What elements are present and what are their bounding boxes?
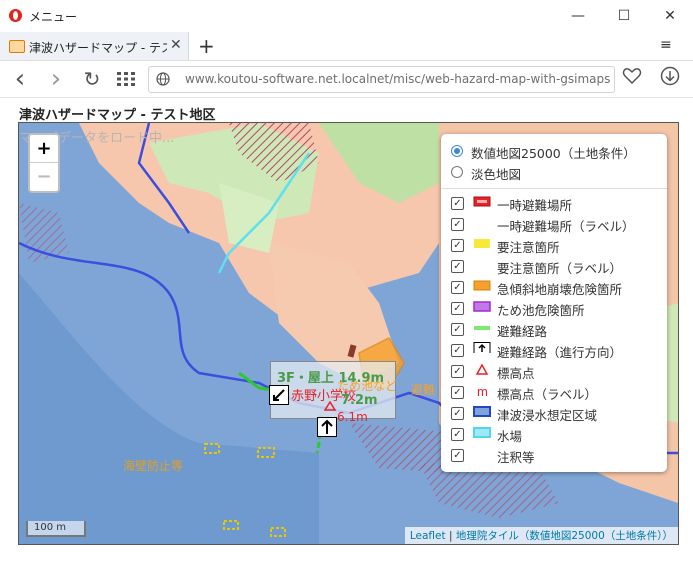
overlay-layer-option[interactable]: ✓ 要注意箇所 bbox=[441, 235, 667, 255]
map-scale-bar: 100 m bbox=[26, 521, 86, 537]
overlay-layer-option[interactable]: ✓ 注釈等 bbox=[441, 445, 667, 465]
leaflet-link[interactable]: Leaflet bbox=[410, 530, 446, 542]
overlay-layer-option[interactable]: ✓ 避難経路（進行方向） bbox=[441, 340, 667, 360]
purple-rect-icon bbox=[473, 301, 491, 312]
overlay-checkbox[interactable]: ✓ bbox=[451, 344, 464, 357]
overlay-checkbox[interactable]: ✓ bbox=[451, 365, 464, 378]
new-tab-button[interactable]: + bbox=[198, 34, 215, 58]
page-title: 津波ハザードマップ - テスト地区 bbox=[19, 108, 216, 123]
overlay-layer-option[interactable]: ✓ 急傾斜地崩壊危険箇所 bbox=[441, 277, 667, 297]
page-favicon-icon bbox=[9, 40, 25, 53]
overlay-label: 津波浸水想定区域 bbox=[497, 408, 598, 423]
seawall-label: 海壁防止等 bbox=[123, 459, 184, 473]
overlay-checkbox[interactable]: ✓ bbox=[451, 323, 464, 336]
overlay-label: 要注意箇所（ラベル） bbox=[497, 261, 623, 276]
overlay-layer-option[interactable]: ✓ 一時避難場所 bbox=[441, 193, 667, 213]
zoom-in-button[interactable]: + bbox=[30, 135, 58, 163]
overlay-checkbox[interactable]: ✓ bbox=[451, 407, 464, 420]
overlay-label: 避難経路 bbox=[497, 324, 548, 339]
layer-control-panel: 数値地図25000（土地条件） 淡色地図 ✓ 一時避難場所 ✓ 一時避難場所（ラ… bbox=[441, 134, 667, 472]
tab-hazard-map[interactable]: 津波ハザードマップ - テスト地区 ✕ bbox=[0, 32, 189, 60]
overlay-label: 標高点 bbox=[497, 366, 535, 381]
orange-rect-icon bbox=[473, 280, 491, 291]
overlay-checkbox[interactable]: ✓ bbox=[451, 239, 464, 252]
maximize-button[interactable]: ☐ bbox=[601, 0, 647, 32]
zoom-control: + − bbox=[28, 133, 60, 193]
tab-title: 津波ハザードマップ - テスト地区 bbox=[29, 41, 167, 55]
map-attribution: Leaflet | 地理院タイル（数値地図25000（土地条件）） bbox=[404, 527, 678, 544]
overlay-layer-option[interactable]: ✓ 標高点 bbox=[441, 361, 667, 381]
orange-area-label-2: 避難 bbox=[411, 383, 436, 397]
overlay-checkbox[interactable]: ✓ bbox=[451, 260, 464, 273]
globe-icon bbox=[156, 72, 170, 86]
red-rect-icon bbox=[473, 196, 491, 207]
route-arrow-marker-icon[interactable] bbox=[269, 385, 289, 405]
route-arrow-marker-icon[interactable] bbox=[317, 417, 337, 437]
overlay-label: 避難経路（進行方向） bbox=[497, 345, 623, 360]
svg-text:m: m bbox=[477, 385, 488, 396]
arrow-box-icon bbox=[473, 342, 491, 353]
bookmark-heart-icon[interactable] bbox=[622, 66, 642, 86]
overlay-label: 標高点（ラベル） bbox=[497, 387, 598, 402]
overlay-checkbox[interactable]: ✓ bbox=[451, 197, 464, 210]
hazard-map[interactable]: マップデータをロード中... 3F・屋上 14.9m 赤野小学校 7.2m 6.… bbox=[18, 122, 679, 545]
overlay-checkbox[interactable]: ✓ bbox=[451, 386, 464, 399]
base-layer-label: 淡色地図 bbox=[471, 167, 522, 182]
green-line-icon bbox=[474, 326, 490, 330]
blue-rect-icon bbox=[473, 406, 491, 417]
download-icon[interactable] bbox=[660, 66, 680, 86]
base-layer-radio-selected[interactable] bbox=[451, 145, 463, 157]
forward-button[interactable]: › bbox=[44, 66, 68, 92]
url-text[interactable]: www.koutou-software.net.localnet/misc/we… bbox=[185, 72, 610, 86]
elevation-label-2: 6.1m bbox=[337, 410, 368, 424]
overlay-layer-option[interactable]: ✓ 水場 bbox=[441, 424, 667, 444]
orange-area-label: ため池など bbox=[337, 379, 398, 393]
overlay-label: 急傾斜地崩壊危険箇所 bbox=[497, 282, 623, 297]
elevation-point-icon[interactable] bbox=[324, 401, 336, 411]
triangle-icon bbox=[475, 364, 489, 375]
tab-close-button[interactable]: ✕ bbox=[170, 37, 182, 53]
m-icon: m bbox=[477, 385, 488, 396]
overlay-label: 一時避難場所 bbox=[497, 198, 573, 213]
gsi-tiles-link[interactable]: 地理院タイル（数値地図25000（土地条件）） bbox=[456, 530, 673, 542]
speed-dial-grid-icon[interactable] bbox=[114, 67, 138, 91]
zoom-out-button[interactable]: − bbox=[30, 163, 58, 190]
overlay-layer-option[interactable]: ✓ 津波浸水想定区域 bbox=[441, 403, 667, 423]
overlay-label: 要注意箇所 bbox=[497, 240, 560, 255]
window-menu-title[interactable]: メニュー bbox=[29, 8, 77, 25]
layer-separator bbox=[441, 188, 667, 189]
address-bar[interactable]: www.koutou-software.net.localnet/misc/we… bbox=[148, 66, 615, 93]
overlay-label: ため池危険箇所 bbox=[497, 303, 585, 318]
tab-bar: 津波ハザードマップ - テスト地区 ✕ + ≡ bbox=[0, 32, 693, 61]
base-layer-option[interactable]: 淡色地図 bbox=[441, 162, 667, 182]
overlay-checkbox[interactable]: ✓ bbox=[451, 449, 464, 462]
overlay-layer-option[interactable]: ✓ 要注意箇所（ラベル） bbox=[441, 256, 667, 276]
minimize-button[interactable]: — bbox=[555, 0, 601, 32]
cyan-rect-icon bbox=[473, 427, 491, 438]
overlay-checkbox[interactable]: ✓ bbox=[451, 428, 464, 441]
opera-logo-icon[interactable] bbox=[9, 9, 22, 22]
overlay-layer-option[interactable]: ✓ ため池危険箇所 bbox=[441, 298, 667, 318]
overlay-layer-option[interactable]: ✓ m 標高点（ラベル） bbox=[441, 382, 667, 402]
overlay-checkbox[interactable]: ✓ bbox=[451, 302, 464, 315]
window-titlebar: メニュー — ☐ ✕ bbox=[0, 0, 693, 32]
yellow-rect-icon bbox=[474, 239, 490, 248]
base-layer-option[interactable]: 数値地図25000（土地条件） bbox=[441, 141, 667, 161]
base-layer-radio[interactable] bbox=[451, 166, 463, 178]
close-window-button[interactable]: ✕ bbox=[647, 0, 693, 32]
tab-menu-button[interactable]: ≡ bbox=[660, 37, 672, 53]
elevation-label-1: 7.2m bbox=[341, 393, 378, 408]
overlay-label: 水場 bbox=[497, 429, 523, 444]
attribution-separator: | bbox=[445, 530, 456, 542]
overlay-layer-option[interactable]: ✓ 一時避難場所（ラベル） bbox=[441, 214, 667, 234]
overlay-checkbox[interactable]: ✓ bbox=[451, 281, 464, 294]
base-layer-label: 数値地図25000（土地条件） bbox=[471, 146, 636, 161]
back-button[interactable]: ‹ bbox=[8, 66, 32, 92]
overlay-label: 一時避難場所（ラベル） bbox=[497, 219, 635, 234]
overlay-layer-option[interactable]: ✓ 避難経路 bbox=[441, 319, 667, 339]
reload-button[interactable]: ↻ bbox=[80, 67, 104, 91]
overlay-checkbox[interactable]: ✓ bbox=[451, 218, 464, 231]
overlay-label: 注釈等 bbox=[497, 450, 535, 465]
navigation-bar: ‹ › ↻ www.koutou-software.net.localnet/m… bbox=[0, 61, 693, 98]
